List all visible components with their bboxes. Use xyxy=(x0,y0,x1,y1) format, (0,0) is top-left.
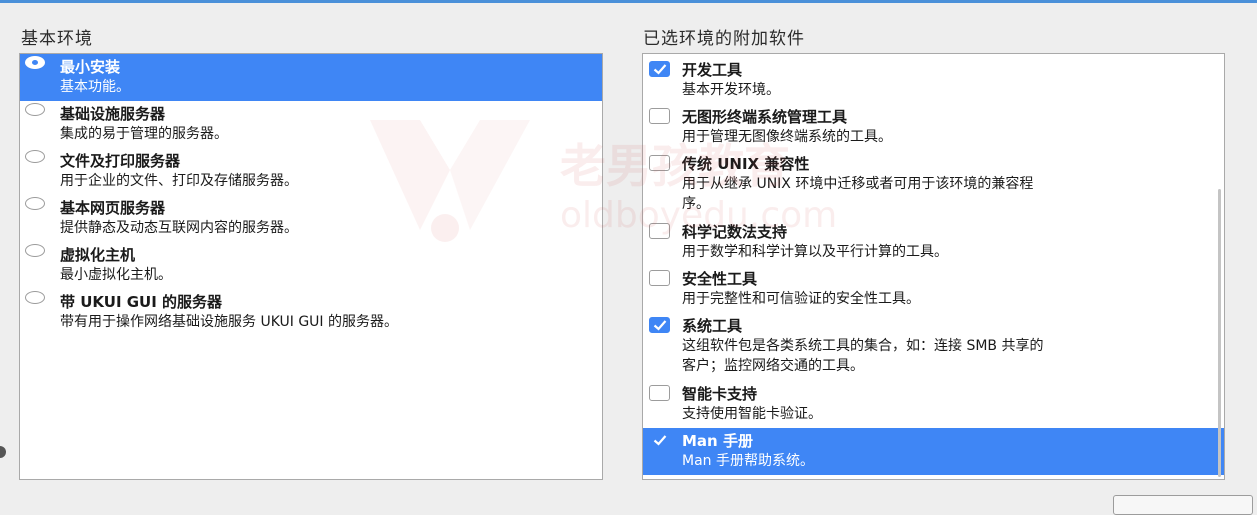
addon-option-title: 智能卡支持 xyxy=(682,385,758,403)
environment-option-description: 用于企业的文件、打印及存储服务器。 xyxy=(60,173,298,189)
environment-option-title: 虚拟化主机 xyxy=(60,246,136,264)
checkmark-icon xyxy=(653,435,667,446)
addon-option[interactable]: Man 手册 Man 手册帮助系统。 xyxy=(643,428,1224,475)
addon-option-title: 系统工具 xyxy=(682,317,743,335)
environment-option-title: 最小安装 xyxy=(60,58,121,76)
checkbox[interactable] xyxy=(649,317,670,333)
environment-option[interactable]: 带 UKUI GUI 的服务器带有用于操作网络基础设施服务 UKUI GUI 的… xyxy=(20,289,602,336)
top-accent-bar xyxy=(0,0,1257,3)
addon-option-description: 客户；监控网络交通的工具。 xyxy=(682,358,864,374)
checkmark-icon xyxy=(653,64,667,75)
environment-option-description: 带有用于操作网络基础设施服务 UKUI GUI 的服务器。 xyxy=(60,314,399,330)
addon-software-list[interactable]: 开发工具 基本开发环境。 无图形终端系统管理工具 用于管理无图像终端系统的工具。 传统 … xyxy=(642,53,1225,480)
radio-button[interactable] xyxy=(25,197,45,210)
addon-option-description: 基本开发环境。 xyxy=(682,82,780,98)
side-indicator xyxy=(0,446,6,458)
environment-options: 最小安装基本功能。基础设施服务器集成的易于管理的服务器。 文件及打印服务器用于企业… xyxy=(20,54,602,336)
addon-option[interactable]: 智能卡支持支持使用智能卡验证。 xyxy=(643,381,1224,428)
environment-option[interactable]: 文件及打印服务器用于企业的文件、打印及存储服务器。 xyxy=(20,148,602,195)
environment-option-description: 集成的易于管理的服务器。 xyxy=(60,126,228,142)
environment-option-description: 提供静态及动态互联网内容的服务器。 xyxy=(60,220,298,236)
environment-option-title: 基础设施服务器 xyxy=(60,105,166,123)
environment-option-description: 最小虚拟化主机。 xyxy=(60,267,172,283)
addon-options: 开发工具 基本开发环境。 无图形终端系统管理工具 用于管理无图像终端系统的工具。 传统 … xyxy=(643,54,1224,475)
base-environment-title: 基本环境 xyxy=(21,29,93,49)
environment-option[interactable]: 虚拟化主机最小虚拟化主机。 xyxy=(20,242,602,289)
watermark-text-en: oldboyedu.com xyxy=(560,195,838,236)
addon-option-title: 开发工具 xyxy=(682,61,743,79)
checkmark-icon xyxy=(653,320,667,331)
addons-title: 已选环境的附加软件 xyxy=(643,29,805,49)
radio-button[interactable] xyxy=(25,103,45,116)
addon-option-description: 用于完整性和可信验证的安全性工具。 xyxy=(682,291,920,307)
addon-option[interactable]: 开发工具基本开发环境。 xyxy=(643,57,1224,104)
environment-option[interactable]: 基础设施服务器集成的易于管理的服务器。 xyxy=(20,101,602,148)
addon-option[interactable]: 系统工具这组软件包是各类系统工具的集合，如：连接 SMB 共享的 客户；监控网络交… xyxy=(643,313,1224,381)
checkbox[interactable] xyxy=(649,385,670,401)
radio-button[interactable] xyxy=(25,150,45,163)
addon-option[interactable]: 安全性工具用于完整性和可信验证的安全性工具。 xyxy=(643,266,1224,313)
radio-selected-dot xyxy=(32,60,38,65)
addon-option-description: Man 手册帮助系统。 xyxy=(682,453,814,469)
environment-option-title: 文件及打印服务器 xyxy=(60,152,181,170)
environment-option-title: 带 UKUI GUI 的服务器 xyxy=(60,293,223,311)
addon-list-scrollbar[interactable] xyxy=(1218,189,1221,477)
addon-option-title: 无图形终端系统管理工具 xyxy=(682,108,848,126)
addon-option-title: Man 手册 xyxy=(682,432,753,450)
footer-button[interactable] xyxy=(1113,495,1253,515)
environment-option-description: 基本功能。 xyxy=(60,79,130,95)
addon-option-title: 安全性工具 xyxy=(682,270,758,288)
radio-button[interactable] xyxy=(25,56,45,69)
environment-option-title: 基本网页服务器 xyxy=(60,199,166,217)
environment-option[interactable]: 基本网页服务器提供静态及动态互联网内容的服务器。 xyxy=(20,195,602,242)
checkbox[interactable] xyxy=(649,270,670,286)
base-environment-list[interactable]: 最小安装基本功能。基础设施服务器集成的易于管理的服务器。 文件及打印服务器用于企业… xyxy=(19,53,603,480)
checkbox[interactable] xyxy=(649,108,670,124)
addon-option-description: 支持使用智能卡验证。 xyxy=(682,406,822,422)
watermark-text-cn: 老男孩教育 xyxy=(560,139,790,193)
environment-option[interactable]: 最小安装 基本功能。 xyxy=(20,54,602,101)
radio-button[interactable] xyxy=(25,244,45,257)
addon-option-description: 这组软件包是各类系统工具的集合，如：连接 SMB 共享的 xyxy=(682,338,1044,354)
addon-option-description: 用于数学和科学计算以及平行计算的工具。 xyxy=(682,244,948,260)
checkbox[interactable] xyxy=(649,61,670,77)
radio-button[interactable] xyxy=(25,291,45,304)
checkbox[interactable] xyxy=(649,432,670,448)
